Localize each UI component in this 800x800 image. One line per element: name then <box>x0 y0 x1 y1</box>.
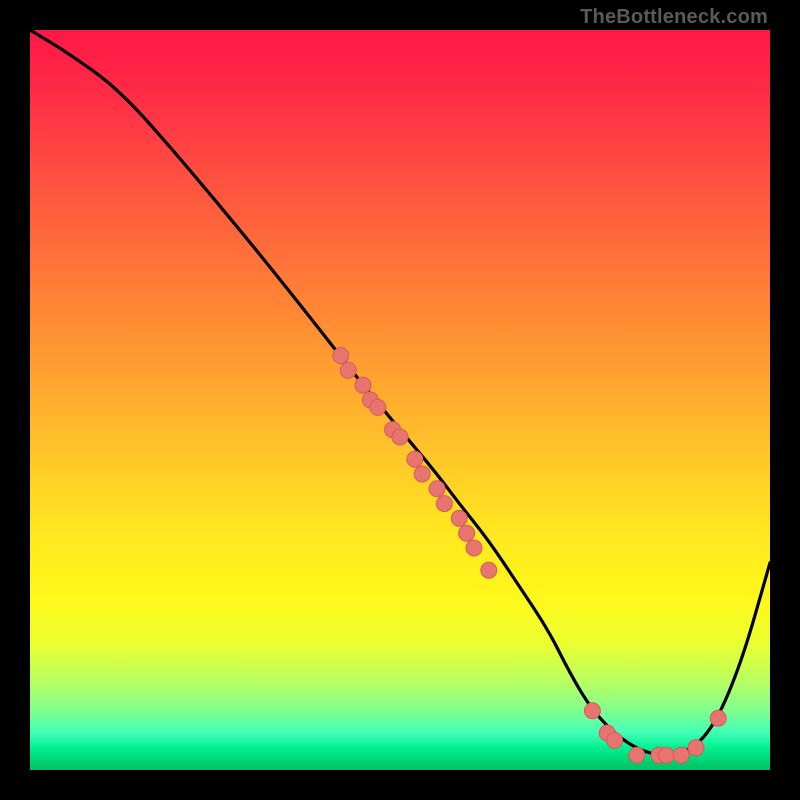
data-point <box>414 466 430 482</box>
data-point <box>459 525 475 541</box>
data-point <box>481 562 497 578</box>
data-point <box>355 377 371 393</box>
data-point <box>607 732 623 748</box>
data-point <box>658 747 674 763</box>
data-point <box>407 451 423 467</box>
data-point <box>436 496 452 512</box>
bottleneck-curve <box>30 30 770 755</box>
chart-svg <box>30 30 770 770</box>
data-point <box>710 710 726 726</box>
data-point <box>370 399 386 415</box>
data-point <box>333 348 349 364</box>
data-point <box>688 740 704 756</box>
data-point <box>466 540 482 556</box>
data-point <box>629 747 645 763</box>
marker-group <box>333 348 726 764</box>
chart-container: TheBottleneck.com <box>0 0 800 800</box>
data-point <box>584 703 600 719</box>
plot-area <box>30 30 770 770</box>
data-point <box>451 510 467 526</box>
watermark-text: TheBottleneck.com <box>580 6 768 29</box>
data-point <box>429 481 445 497</box>
data-point <box>673 747 689 763</box>
data-point <box>340 362 356 378</box>
data-point <box>392 429 408 445</box>
